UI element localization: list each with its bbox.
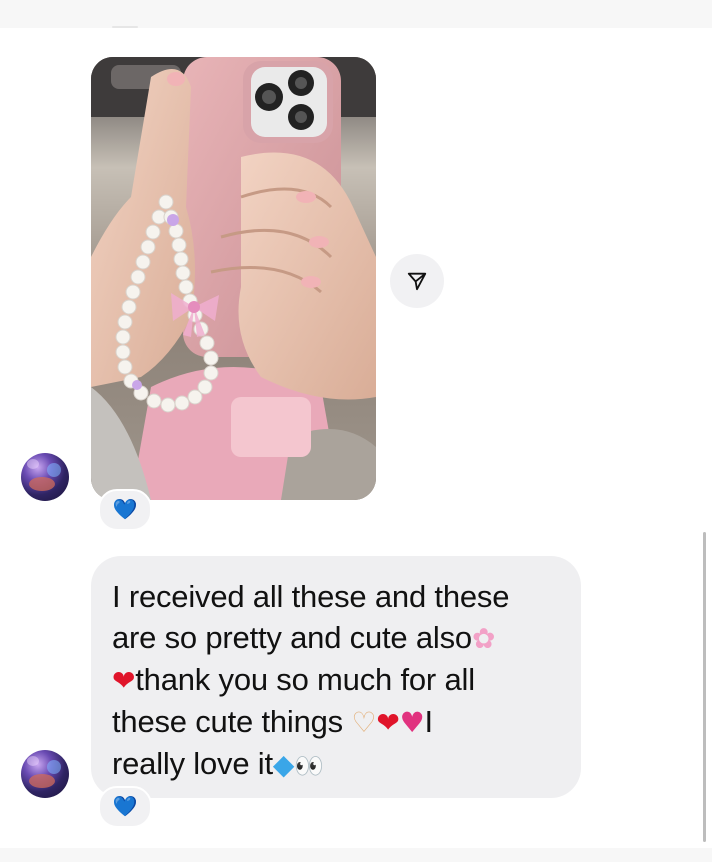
reaction-badge[interactable]: 💙 <box>98 489 152 531</box>
heart-hands-icon: ♡ <box>351 706 377 739</box>
share-button[interactable] <box>390 254 444 308</box>
bottom-bar <box>0 848 712 862</box>
sender-avatar[interactable] <box>21 750 69 798</box>
blue-heart-icon: 💙 <box>112 499 138 521</box>
sparkling-heart-icon: ♥ <box>399 706 425 739</box>
heart-icon: ❤ <box>376 706 400 739</box>
photo-image <box>91 57 376 500</box>
blue-heart-icon: 💙 <box>112 796 138 818</box>
top-bar <box>0 0 712 28</box>
reaction-badge[interactable]: 💙 <box>98 786 152 828</box>
eyes-icon: 👀 <box>294 752 324 780</box>
sender-avatar[interactable] <box>21 453 69 501</box>
send-icon <box>407 272 427 291</box>
top-divider <box>112 26 138 28</box>
heart-icon: ❤ <box>112 664 136 697</box>
scrollbar[interactable] <box>703 532 706 842</box>
message-bubble[interactable]: I received all these and these are so pr… <box>91 556 581 798</box>
flower-icon: ✿ <box>471 622 496 655</box>
message-text: I received all these and these are so pr… <box>112 579 510 781</box>
photo-message[interactable] <box>91 57 376 500</box>
gem-icon: ◆ <box>272 748 295 781</box>
